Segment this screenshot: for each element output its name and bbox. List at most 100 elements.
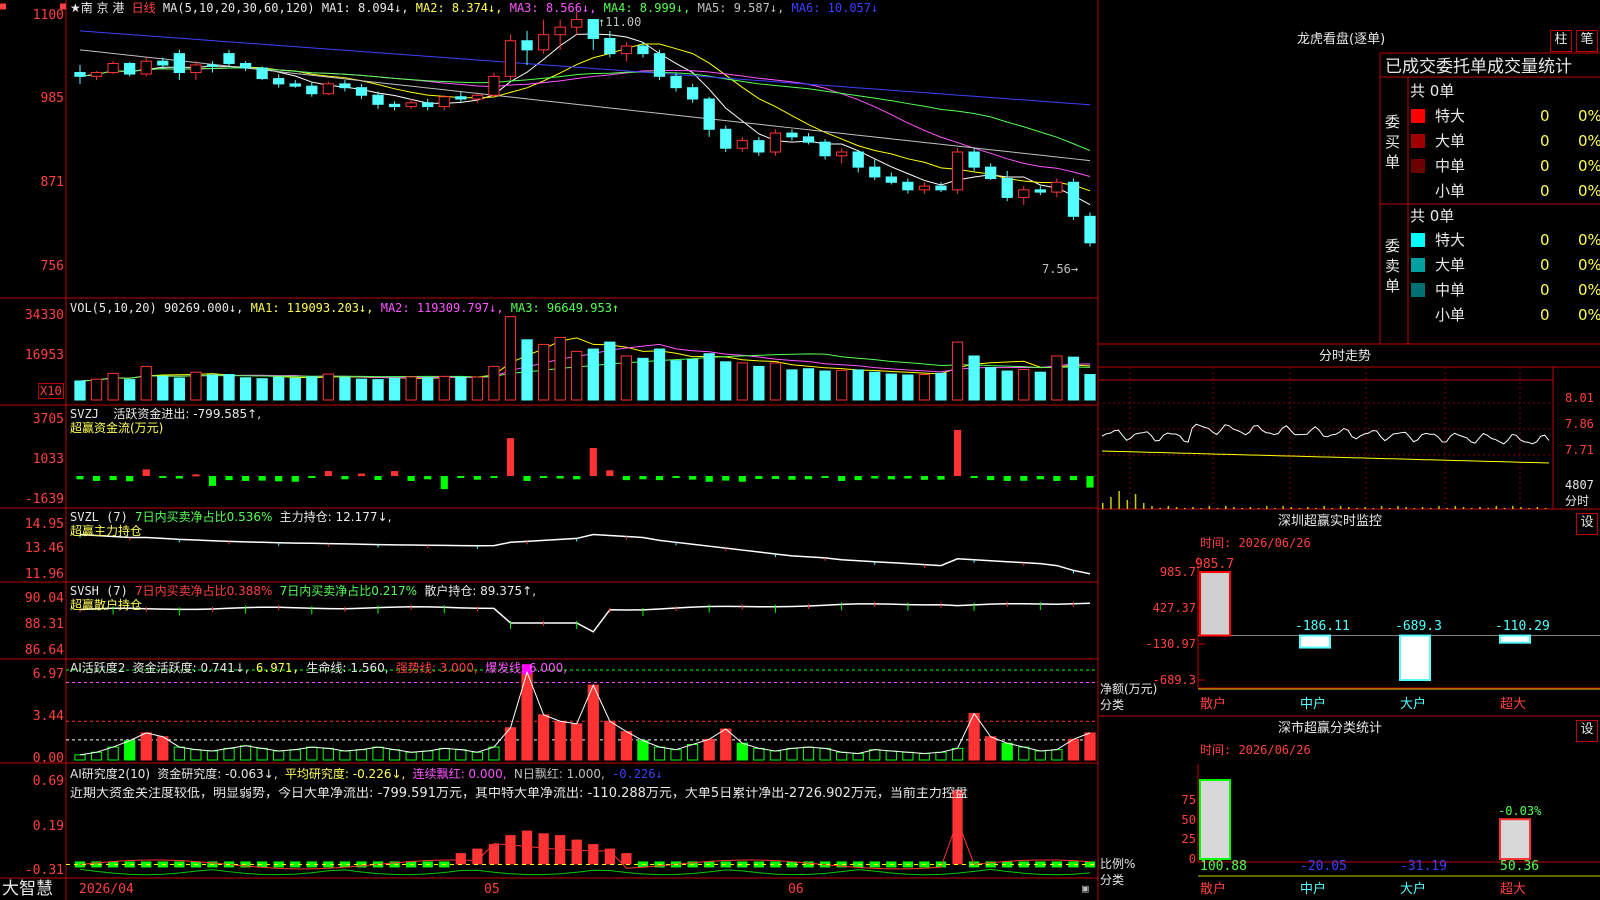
lock-icon[interactable]: ▣ — [1082, 882, 1089, 896]
volume-bar — [438, 375, 450, 401]
ai1-bar — [289, 749, 301, 761]
period-label[interactable]: 日线 — [132, 1, 156, 15]
tick-mode-button[interactable]: 笔 — [1576, 30, 1598, 52]
bar-mode-button[interactable]: 柱 — [1550, 30, 1572, 52]
svzj-bar — [506, 438, 515, 477]
volume-bar — [802, 368, 815, 401]
price-tick-1: 1100 — [32, 8, 64, 23]
ai1-bar — [902, 751, 914, 761]
ai1-bar — [653, 746, 666, 761]
fenshi-tick-2: 7.86 — [1565, 417, 1594, 431]
fenshi-vol-bar — [1126, 500, 1129, 509]
fenshi-tick-3: 7.71 — [1565, 443, 1594, 457]
class-settings-button[interactable]: 设 — [1576, 720, 1598, 742]
fenshi-vol-bar — [1110, 497, 1112, 509]
volume-bar — [786, 369, 798, 401]
fenshi-vol-bar — [1405, 507, 1407, 509]
svzj-bar — [722, 476, 730, 481]
candle-body — [753, 140, 765, 153]
volume-bar — [968, 355, 980, 401]
monitor-bar — [1499, 634, 1531, 644]
fenshi-vol-bar — [1159, 508, 1161, 509]
order-pct: 0% — [1578, 231, 1600, 249]
vol-tick-1: 34330 — [24, 308, 64, 323]
volume-bar — [107, 372, 119, 401]
fenshi-vol-bar — [1208, 506, 1211, 509]
low-price-label: 7.56→ — [1042, 262, 1079, 276]
svzj-bar — [308, 476, 316, 479]
fenshi-vol-bar — [1503, 508, 1506, 509]
candle-body — [157, 60, 169, 66]
monitor-bar — [1399, 634, 1431, 682]
svzj-bar — [655, 476, 664, 481]
class-tick: 25 — [1181, 832, 1196, 847]
fenshi-vol-bar — [1446, 508, 1448, 509]
order-stat-tabs[interactable]: 已成交委托单成交量统计 — [1385, 57, 1600, 77]
ai2-title: AI研究度2(10) — [70, 767, 151, 781]
ai1-bar — [571, 723, 583, 761]
candle-body — [686, 87, 699, 100]
volume-bar — [604, 341, 616, 401]
ma1-value: MA1: 8.094↓, — [321, 1, 409, 15]
ai2-tick-1: 0.69 — [32, 774, 64, 789]
candle-body — [869, 166, 881, 178]
svzj-bar — [573, 476, 581, 480]
volume-bar — [256, 378, 268, 401]
fenshi-vol-bar — [1216, 508, 1219, 509]
ai1-bar — [190, 749, 202, 761]
svzj-bar — [390, 471, 399, 477]
ai1-bar — [1084, 732, 1096, 761]
volume-bar — [422, 377, 434, 401]
date-tick-1: 2026/04 — [79, 882, 134, 897]
order-color-swatch — [1411, 258, 1425, 272]
fenshi-vol-bar — [1479, 507, 1481, 509]
candle-body — [1084, 215, 1096, 244]
volume-bar — [173, 377, 185, 401]
ma3-line — [79, 67, 1091, 178]
vol-ma2: MA2: 119309.797↓, — [380, 301, 504, 315]
ai1-line — [79, 670, 1091, 756]
vol-unit-badge[interactable]: X10 — [38, 383, 64, 399]
ai1-bar — [1051, 749, 1063, 761]
class-bar-label: -31.19 — [1400, 859, 1447, 874]
volume-bar — [587, 348, 599, 401]
ai1-tick-1: 6.97 — [32, 667, 64, 682]
ai1-bar — [554, 720, 566, 761]
volume-bar — [206, 374, 219, 401]
ai1-t5: 爆发线: 6.000, — [485, 661, 568, 675]
order-pct: 0% — [1578, 132, 1600, 150]
ai2-bar — [455, 853, 466, 865]
star-icon[interactable]: ★ — [70, 1, 81, 15]
volume-bar — [836, 369, 848, 401]
ai1-bar — [140, 732, 152, 761]
svzj-tick-3: -1639 — [24, 492, 64, 507]
svzl-title: SVZL (7) — [70, 510, 128, 524]
ma6-value: MA6: 10.057↓ — [791, 1, 879, 15]
ai1-bar — [273, 750, 285, 761]
candle-body — [653, 53, 666, 77]
volume-bar — [753, 365, 765, 401]
order-color-swatch — [1411, 308, 1425, 322]
fenshi-price-line — [1101, 423, 1550, 445]
fenshi-vol-bar — [1438, 506, 1440, 509]
buy-total: 共 0单 — [1410, 82, 1455, 100]
monitor-category: 散户 — [1200, 697, 1227, 712]
monitor-settings-button[interactable]: 设 — [1576, 513, 1598, 535]
svzj-bar — [275, 476, 283, 482]
ai2-bar — [505, 835, 516, 865]
order-color-swatch — [1411, 159, 1425, 173]
candle-body — [736, 140, 748, 149]
svzj-bar — [738, 476, 746, 482]
fenshi-vol-bar — [1315, 508, 1317, 509]
ai1-bar — [206, 750, 219, 761]
ai1-bar — [769, 750, 782, 761]
ai2-green-line — [79, 868, 1091, 876]
fenshi-vol-bar — [1200, 508, 1202, 509]
volume-bar — [190, 371, 202, 401]
svzj-bar — [970, 476, 978, 479]
ai1-bar — [1018, 746, 1030, 761]
svzj-bar — [1020, 476, 1028, 481]
volume-bar — [670, 360, 682, 401]
fenshi-vol-bar — [1364, 507, 1366, 509]
chart-canvas[interactable] — [0, 0, 1600, 900]
